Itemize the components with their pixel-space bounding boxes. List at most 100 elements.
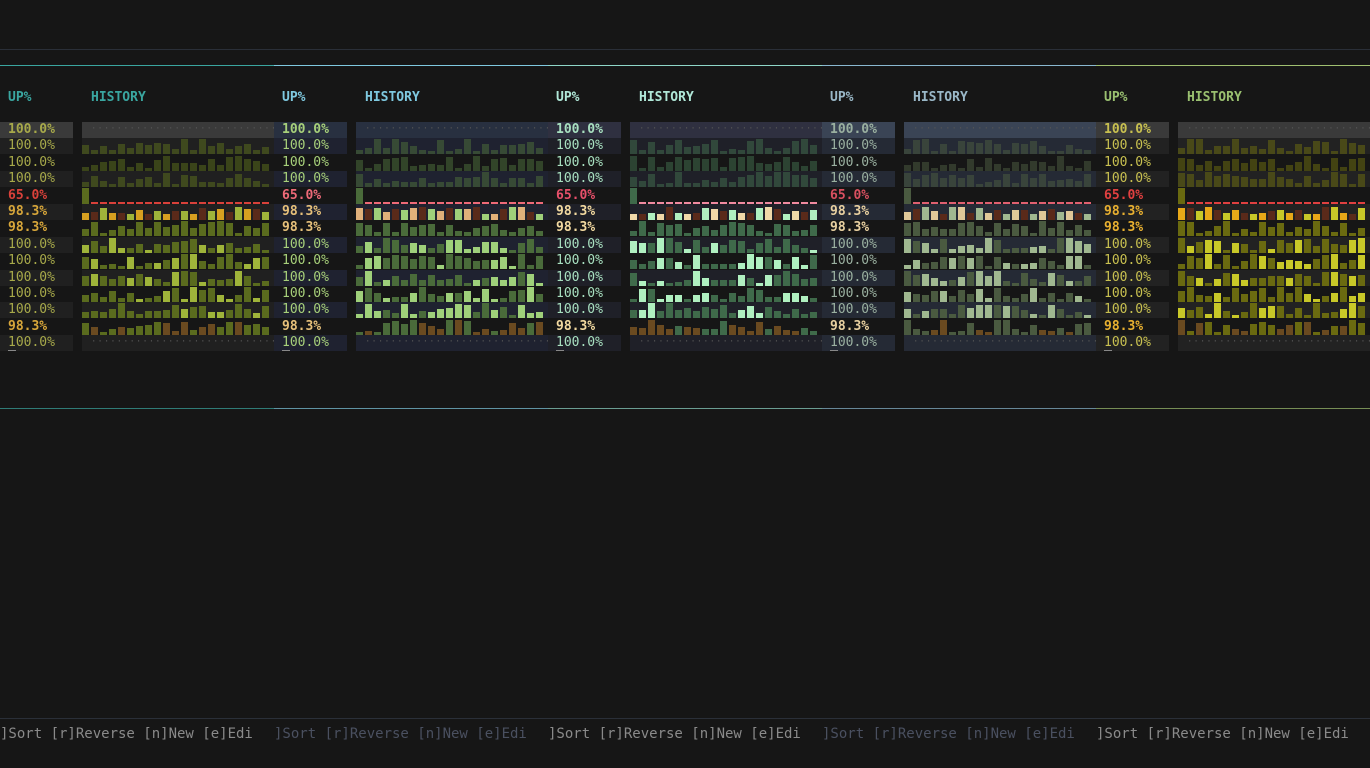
history-bar: [648, 174, 655, 188]
history-bar: [729, 279, 736, 286]
history-bar: [392, 232, 399, 237]
keybind-hint-bar[interactable]: ]Sort [r]Reverse [n]New [e]Edi: [548, 725, 801, 743]
table-row[interactable]: 100.0%: [548, 236, 822, 253]
table-row[interactable]: 100.0%: [822, 236, 1096, 253]
history-bar: [756, 290, 763, 302]
table-row[interactable]: 98.3%: [1096, 319, 1370, 335]
table-row[interactable]: 100.0%: [274, 155, 548, 171]
table-row[interactable]: 98.3%: [548, 204, 822, 220]
history-bar: [262, 257, 269, 270]
table-row[interactable]: 100.0% ··································…: [822, 335, 1096, 352]
table-row[interactable]: 100.0%: [1096, 253, 1370, 270]
table-row[interactable]: 100.0%: [1096, 236, 1370, 253]
column-header-up[interactable]: UP%: [556, 90, 579, 105]
keybind-hint-bar[interactable]: ]Sort [r]Reverse [n]New [e]Edi: [274, 725, 527, 743]
table-row[interactable]: 100.0%: [0, 236, 274, 253]
column-header-up[interactable]: UP%: [282, 90, 305, 105]
table-row[interactable]: 98.3%: [274, 204, 548, 220]
table-row[interactable]: 100.0%: [274, 286, 548, 302]
table-row[interactable]: 100.0%: [274, 302, 548, 319]
column-header-history[interactable]: HISTORY: [91, 90, 146, 105]
keybind-hint-bar[interactable]: ]Sort [r]Reverse [n]New [e]Edi: [1096, 725, 1349, 743]
table-row[interactable]: 100.0% ··································…: [822, 122, 1096, 138]
table-row[interactable]: 100.0%: [548, 269, 822, 286]
history-bar: [729, 313, 736, 319]
table-row[interactable]: 100.0%: [1096, 138, 1370, 155]
table-row[interactable]: 100.0%: [822, 269, 1096, 286]
table-row[interactable]: 100.0%: [274, 269, 548, 286]
table-row[interactable]: 98.3%: [1096, 220, 1370, 237]
table-row[interactable]: 98.3%: [548, 319, 822, 335]
table-row[interactable]: 100.0%: [1096, 269, 1370, 286]
table-row[interactable]: 98.3%: [0, 220, 274, 237]
table-row[interactable]: 98.3%: [0, 319, 274, 335]
column-header-up[interactable]: UP%: [1104, 90, 1127, 105]
table-row[interactable]: 100.0% ··································…: [0, 335, 274, 352]
table-row[interactable]: 100.0%: [1096, 286, 1370, 302]
table-row[interactable]: 65.0%: [0, 187, 274, 204]
table-row[interactable]: 65.0%: [274, 187, 548, 204]
history-bar: [666, 295, 673, 302]
keybind-hint-bar[interactable]: ]Sort [r]Reverse [n]New [e]Edi: [0, 725, 253, 743]
table-row[interactable]: 100.0%: [822, 286, 1096, 302]
table-row[interactable]: 100.0% ··································…: [274, 335, 548, 352]
column-header-history[interactable]: HISTORY: [365, 90, 420, 105]
accent-line: [0, 65, 274, 66]
table-row[interactable]: 100.0%: [822, 155, 1096, 171]
table-row[interactable]: 98.3%: [822, 220, 1096, 237]
table-row[interactable]: 100.0%: [274, 138, 548, 155]
uptime-value: 100.0%: [556, 154, 603, 170]
table-row[interactable]: 100.0%: [274, 171, 548, 188]
column-header-history[interactable]: HISTORY: [1187, 90, 1242, 105]
uptime-value: 98.3%: [282, 318, 322, 334]
table-row[interactable]: 100.0%: [822, 253, 1096, 270]
table-row[interactable]: 100.0%: [1096, 171, 1370, 188]
table-row[interactable]: 100.0% ··································…: [1096, 335, 1370, 352]
table-row[interactable]: 100.0%: [822, 138, 1096, 155]
table-row[interactable]: 100.0% ··································…: [548, 122, 822, 138]
table-row[interactable]: 98.3%: [822, 319, 1096, 335]
table-row[interactable]: 100.0%: [548, 302, 822, 319]
table-row[interactable]: 98.3%: [548, 220, 822, 237]
table-row[interactable]: 100.0%: [1096, 302, 1370, 319]
table-row[interactable]: 98.3%: [274, 220, 548, 237]
table-row[interactable]: 100.0%: [548, 253, 822, 270]
table-row[interactable]: 100.0%: [1096, 155, 1370, 171]
table-row[interactable]: 100.0% ··································…: [548, 335, 822, 352]
table-row[interactable]: 100.0%: [274, 236, 548, 253]
table-row[interactable]: 100.0%: [0, 253, 274, 270]
table-row[interactable]: 65.0%: [1096, 187, 1370, 204]
table-row[interactable]: 100.0% ··································…: [1096, 122, 1370, 138]
table-row[interactable]: 98.3%: [274, 319, 548, 335]
table-row[interactable]: 100.0%: [548, 286, 822, 302]
table-row[interactable]: 98.3%: [1096, 204, 1370, 220]
table-row[interactable]: 100.0%: [0, 286, 274, 302]
column-header-up[interactable]: UP%: [830, 90, 853, 105]
table-row[interactable]: 100.0% ··································…: [0, 122, 274, 138]
table-row[interactable]: 98.3%: [822, 204, 1096, 220]
table-row[interactable]: 100.0% ··································…: [274, 122, 548, 138]
table-row[interactable]: 100.0%: [0, 155, 274, 171]
history-bar: [1313, 183, 1320, 188]
column-header-history[interactable]: HISTORY: [639, 90, 694, 105]
keybind-hint-bar[interactable]: ]Sort [r]Reverse [n]New [e]Edi: [822, 725, 1075, 743]
table-row[interactable]: 100.0%: [822, 171, 1096, 188]
table-row[interactable]: 65.0%: [822, 187, 1096, 204]
table-row[interactable]: 100.0%: [822, 302, 1096, 319]
table-row[interactable]: 100.0%: [548, 171, 822, 188]
table-row[interactable]: 100.0%: [548, 155, 822, 171]
column-header-history[interactable]: HISTORY: [913, 90, 968, 105]
table-row[interactable]: 100.0%: [0, 171, 274, 188]
history-sparkline: [630, 187, 822, 204]
history-bar: [967, 271, 974, 286]
history-bar: [684, 326, 691, 335]
table-row[interactable]: 100.0%: [0, 269, 274, 286]
table-row[interactable]: 65.0%: [548, 187, 822, 204]
table-row[interactable]: 98.3%: [0, 204, 274, 220]
table-row[interactable]: 100.0%: [0, 138, 274, 155]
history-bar: [1178, 157, 1185, 171]
table-row[interactable]: 100.0%: [548, 138, 822, 155]
table-row[interactable]: 100.0%: [274, 253, 548, 270]
column-header-up[interactable]: UP%: [8, 90, 31, 105]
table-row[interactable]: 100.0%: [0, 302, 274, 319]
